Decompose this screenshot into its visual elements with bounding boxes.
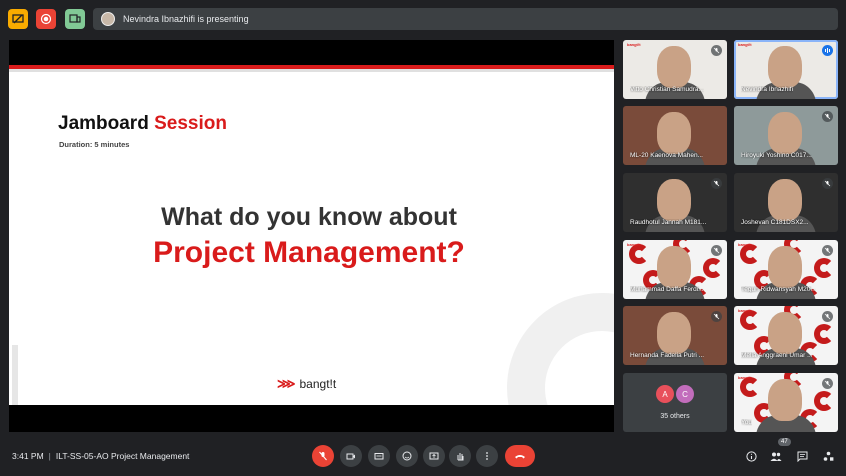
background-pattern (740, 244, 760, 264)
mic-off-icon (711, 45, 722, 56)
presenting-text: Nevindra Ibnazhifi is presenting (123, 14, 249, 24)
presenting-banner: Nevindra Ibnazhifi is presenting (93, 8, 838, 30)
participant-face (768, 312, 802, 354)
participant-name: Teguh Ridwansyah M20... (741, 286, 816, 293)
participant-face (768, 179, 802, 221)
top-bar: Nevindra Ibnazhifi is presenting (0, 0, 846, 36)
slide-decoration-bar (12, 345, 18, 405)
mic-off-icon (711, 245, 722, 256)
end-call-icon[interactable] (505, 445, 535, 467)
participant-tile[interactable]: bangt!t Teguh Ridwansyah M20... (734, 240, 838, 299)
speaking-icon (822, 45, 833, 56)
participant-face (657, 46, 691, 88)
participant-name: Vitto Christian Samudra... (630, 86, 704, 93)
participant-tile[interactable]: bangt!t You (734, 373, 838, 432)
bangkit-logo-mark: bangt!t (627, 42, 641, 47)
meeting-info: 3:41 PM | ILT-SS-05-AO Project Managemen… (12, 451, 189, 461)
slide-duration: Duration: 5 minutes (59, 140, 130, 149)
participant-face (768, 112, 802, 154)
captions-icon[interactable] (368, 445, 390, 467)
slide-decoration-circle (507, 293, 614, 405)
participant-face (768, 379, 802, 421)
participant-name: Hiroyuki Yoshino C017... (741, 152, 812, 159)
slide: Jamboard Session Duration: 5 minutes Wha… (9, 65, 614, 405)
clock-time: 3:41 PM (12, 451, 44, 461)
mic-off-icon (822, 178, 833, 189)
record-icon[interactable] (36, 9, 56, 29)
participant-name: You (741, 419, 752, 426)
participant-tile[interactable]: ML-20 Kaenova Mahen... (623, 106, 727, 165)
mic-off-icon[interactable] (312, 445, 334, 467)
bangkit-logo-text: bangt!t (299, 377, 337, 391)
bangkit-logo-mark: bangt!t (738, 308, 752, 313)
background-pattern (814, 391, 834, 411)
participant-name: Melia Anggraeni Umar ... (741, 352, 813, 359)
chat-icon[interactable] (794, 448, 810, 464)
background-pattern (740, 310, 760, 330)
bangkit-logo-mark: ⋙ (277, 376, 296, 391)
participant-name: Hernanda Fadelia Putri ... (630, 352, 705, 359)
participant-avatar: C (676, 385, 694, 403)
mic-off-icon (822, 245, 833, 256)
participant-tile[interactable]: bangt!t Vitto Christian Samudra... (623, 40, 727, 99)
background-pattern (629, 244, 649, 264)
background-pattern (814, 258, 834, 278)
background-pattern (814, 324, 834, 344)
presentation-area: Jamboard Session Duration: 5 minutes Wha… (9, 40, 614, 432)
participant-name: Joshevan C181DSX2... (741, 219, 809, 226)
participant-face (657, 312, 691, 354)
participant-tile[interactable]: bangt!t Muhammad Daffa Ferdi... (623, 240, 727, 299)
people-icon[interactable] (768, 448, 784, 464)
background-pattern (740, 377, 760, 397)
participant-avatar: A (656, 385, 674, 403)
participant-tile[interactable]: Raudhotul Jannah M181... (623, 173, 727, 232)
participant-name: Raudhotul Jannah M181... (630, 219, 707, 226)
mic-off-icon (822, 311, 833, 322)
presentation-icon[interactable] (8, 9, 28, 29)
activities-icon[interactable] (820, 448, 836, 464)
camera-icon[interactable] (340, 445, 362, 467)
bangkit-logo-mark: bangt!t (738, 375, 752, 380)
background-pattern (703, 258, 723, 278)
participant-face (768, 246, 802, 288)
mic-off-icon (711, 311, 722, 322)
emoji-icon[interactable] (396, 445, 418, 467)
bangkit-logo-mark: bangt!t (738, 242, 752, 247)
mic-off-icon (711, 178, 722, 189)
bottom-bar: 3:41 PM | ILT-SS-05-AO Project Managemen… (0, 437, 846, 476)
participant-face (657, 112, 691, 154)
info-icon[interactable] (743, 448, 759, 464)
presenter-avatar (101, 12, 115, 26)
participant-tile[interactable]: bangt!t Nevindra Ibnazhifi (734, 40, 838, 99)
bangkit-logo: ⋙ bangt!t (277, 376, 336, 392)
slide-question-line2: Project Management? (153, 236, 465, 269)
meeting-title: ILT-SS-05-AO Project Management (55, 451, 190, 461)
others-label: 35 others (660, 413, 690, 420)
slide-title: Jamboard Session (58, 113, 227, 134)
participant-name: Muhammad Daffa Ferdi... (630, 286, 704, 293)
participant-name: ML-20 Kaenova Mahen... (630, 152, 703, 159)
participant-tile[interactable]: bangt!t Melia Anggraeni Umar ... (734, 306, 838, 365)
participant-name: Nevindra Ibnazhifi (741, 86, 794, 93)
raise-hand-icon[interactable] (449, 445, 471, 467)
more-icon[interactable] (476, 445, 498, 467)
mic-off-icon (822, 111, 833, 122)
people-count-badge: 47 (778, 438, 791, 446)
present-icon[interactable] (423, 445, 445, 467)
slide-divider (9, 69, 614, 72)
participant-face (657, 179, 691, 221)
slide-question-line1: What do you know about (161, 203, 457, 231)
participant-tile[interactable]: Hiroyuki Yoshino C017... (734, 106, 838, 165)
mic-off-icon (822, 378, 833, 389)
participant-face (657, 246, 691, 288)
participant-tile[interactable]: Joshevan C181DSX2... (734, 173, 838, 232)
participant-tile[interactable]: Hernanda Fadelia Putri ... (623, 306, 727, 365)
bangkit-logo-mark: bangt!t (627, 242, 641, 247)
others-tile[interactable]: A C 35 others (623, 373, 727, 432)
jamboard-icon[interactable] (65, 9, 85, 29)
bangkit-logo-mark: bangt!t (738, 42, 752, 47)
participant-face (768, 46, 802, 88)
separator: | (48, 451, 51, 461)
